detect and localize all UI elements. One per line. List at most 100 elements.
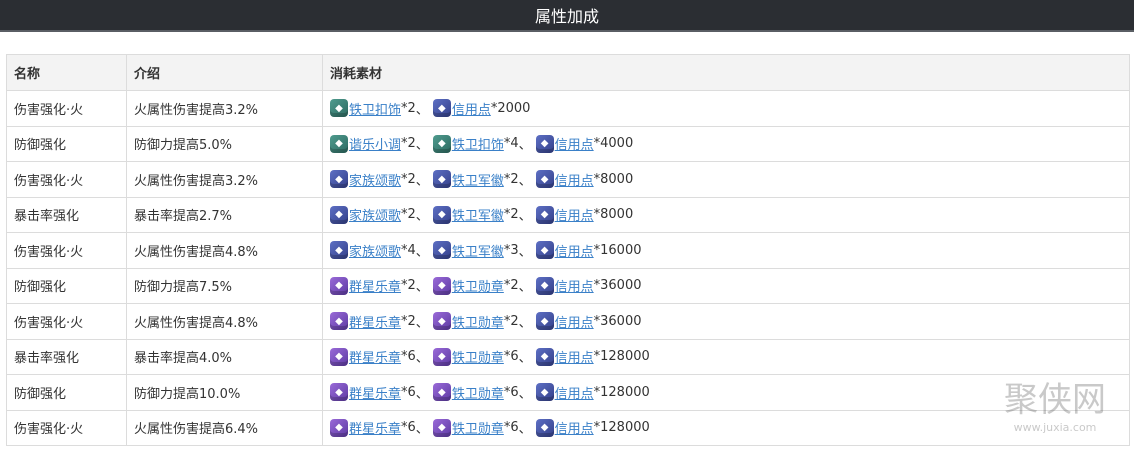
material-icon[interactable]: ◆ (330, 418, 348, 437)
material-icon[interactable]: ◆ (330, 170, 348, 189)
material-item: ◆ 群星乐章 *6、 (330, 347, 429, 366)
table-row: 伤害强化·火 火属性伤害提高4.8% ◆ 群星乐章 *2、 ◆ 铁卫勋章 *2、 ◆ 信用点 *36… (6, 303, 1130, 340)
material-link[interactable]: 信用点 (555, 383, 594, 402)
material-separator: 、 (518, 351, 532, 367)
material-link[interactable]: 信用点 (555, 347, 594, 366)
material-item: ◆ 信用点 *8000 (535, 205, 633, 224)
material-icon[interactable]: ◆ (330, 276, 348, 295)
table-body: 伤害强化·火 火属性伤害提高3.2% ◆ 铁卫扣饰 *2、 ◆ 信用点 *2000 防御强化 防御… (6, 90, 1130, 446)
material-link[interactable]: 群星乐章 (349, 347, 401, 366)
material-item: ◆ 家族颂歌 *2、 (330, 170, 429, 189)
material-icon[interactable]: ◆ (330, 241, 348, 260)
material-separator: 、 (518, 173, 532, 189)
material-icon[interactable]: ◆ (330, 205, 348, 224)
material-icon[interactable]: ◆ (432, 134, 451, 153)
table-row: 伤害强化·火 火属性伤害提高3.2% ◆ 铁卫扣饰 *2、 ◆ 信用点 *2000 (6, 90, 1130, 127)
material-icon[interactable]: ◆ (432, 276, 451, 295)
material-separator: 、 (518, 315, 532, 331)
material-link[interactable]: 信用点 (555, 170, 594, 189)
material-link[interactable]: 铁卫军徽 (452, 170, 504, 189)
table-row: 伤害强化·火 火属性伤害提高6.4% ◆ 群星乐章 *6、 ◆ 铁卫勋章 *6、 ◆ 信用点 *12… (6, 409, 1130, 446)
material-icon[interactable]: ◆ (535, 383, 554, 402)
material-link[interactable]: 信用点 (555, 241, 594, 260)
material-item: ◆ 铁卫扣饰 *4、 (432, 134, 532, 154)
cell-desc: 防御力提高10.0% (126, 374, 323, 411)
material-item: ◆ 家族颂歌 *4、 (330, 241, 429, 260)
material-item: ◆ 铁卫勋章 *2、 (432, 312, 532, 331)
material-icon[interactable]: ◆ (330, 347, 348, 366)
material-qty: *4 (401, 242, 416, 258)
material-link[interactable]: 信用点 (555, 134, 594, 153)
material-link[interactable]: 家族颂歌 (349, 205, 401, 224)
material-separator: 、 (518, 138, 532, 154)
material-icon[interactable]: ◆ (535, 134, 554, 153)
material-icon[interactable]: ◆ (432, 170, 451, 189)
material-item: ◆ 谐乐小调 *2、 (330, 134, 429, 153)
material-item: ◆ 铁卫军徽 *2、 (432, 170, 532, 189)
material-link[interactable]: 信用点 (452, 99, 491, 118)
material-qty: *2 (401, 100, 416, 116)
material-icon[interactable]: ◆ (330, 312, 348, 331)
material-item: ◆ 铁卫勋章 *2、 (432, 276, 532, 296)
material-icon[interactable]: ◆ (432, 383, 451, 402)
material-link[interactable]: 群星乐章 (349, 418, 401, 437)
material-separator: 、 (415, 386, 429, 402)
material-link[interactable]: 铁卫扣饰 (452, 134, 504, 153)
material-qty: *2 (503, 278, 519, 294)
material-icon[interactable]: ◆ (330, 134, 348, 153)
material-qty: *128000 (593, 420, 650, 436)
material-link[interactable]: 谐乐小调 (349, 134, 401, 153)
material-icon[interactable]: ◆ (330, 99, 348, 118)
material-icon[interactable]: ◆ (535, 276, 554, 295)
material-link[interactable]: 群星乐章 (349, 276, 401, 295)
material-icon[interactable]: ◆ (432, 99, 451, 118)
material-item: ◆ 铁卫军徽 *3、 (432, 241, 532, 260)
material-link[interactable]: 铁卫军徽 (452, 205, 504, 224)
cell-desc: 火属性伤害提高3.2% (126, 161, 323, 198)
material-qty: *3 (503, 242, 519, 258)
material-qty: *2 (401, 136, 416, 152)
material-icon[interactable]: ◆ (432, 241, 451, 260)
material-link[interactable]: 信用点 (555, 312, 594, 331)
material-link[interactable]: 铁卫勋章 (452, 383, 504, 402)
table-row: 暴击率强化 暴击率提高4.0% ◆ 群星乐章 *6、 ◆ 铁卫勋章 *6、 ◆ 信用点 *12800… (6, 338, 1130, 375)
material-link[interactable]: 信用点 (555, 418, 594, 437)
material-item: ◆ 家族颂歌 *2、 (330, 205, 429, 224)
cell-desc: 火属性伤害提高3.2% (126, 90, 323, 127)
material-link[interactable]: 铁卫勋章 (452, 276, 504, 295)
material-link[interactable]: 信用点 (555, 276, 594, 295)
cell-desc: 防御力提高7.5% (126, 267, 323, 304)
material-icon[interactable]: ◆ (535, 170, 554, 189)
material-icon[interactable]: ◆ (535, 205, 554, 224)
material-item: ◆ 铁卫扣饰 *2、 (330, 99, 429, 118)
material-link[interactable]: 铁卫勋章 (452, 418, 504, 437)
material-icon[interactable]: ◆ (432, 418, 451, 437)
material-link[interactable]: 群星乐章 (349, 383, 401, 402)
material-icon[interactable]: ◆ (432, 347, 451, 366)
material-link[interactable]: 家族颂歌 (349, 170, 401, 189)
material-link[interactable]: 信用点 (555, 205, 594, 224)
material-icon[interactable]: ◆ (535, 241, 554, 260)
material-item: ◆ 群星乐章 *6、 (330, 418, 429, 437)
material-link[interactable]: 铁卫军徽 (452, 241, 504, 260)
material-separator: 、 (518, 280, 532, 296)
watermark-url: www.juxia.com (1014, 421, 1097, 434)
column-header-desc: 介绍 (126, 54, 323, 91)
table-row: 伤害强化·火 火属性伤害提高3.2% ◆ 家族颂歌 *2、 ◆ 铁卫军徽 *2、 ◆ 信用点 *80… (6, 161, 1130, 198)
material-separator: 、 (415, 351, 429, 367)
material-qty: *2000 (490, 100, 531, 116)
material-icon[interactable]: ◆ (535, 312, 554, 331)
material-link[interactable]: 家族颂歌 (349, 241, 401, 260)
material-link[interactable]: 铁卫勋章 (452, 347, 504, 366)
material-icon[interactable]: ◆ (432, 312, 451, 331)
material-separator: 、 (518, 209, 532, 225)
material-link[interactable]: 铁卫扣饰 (349, 99, 401, 118)
material-link[interactable]: 群星乐章 (349, 312, 401, 331)
material-icon[interactable]: ◆ (432, 205, 451, 224)
material-icon[interactable]: ◆ (330, 383, 348, 402)
material-icon[interactable]: ◆ (535, 347, 554, 366)
material-separator: 、 (415, 315, 429, 331)
cell-desc: 暴击率提高4.0% (126, 338, 323, 375)
material-icon[interactable]: ◆ (535, 418, 554, 437)
material-link[interactable]: 铁卫勋章 (452, 312, 504, 331)
